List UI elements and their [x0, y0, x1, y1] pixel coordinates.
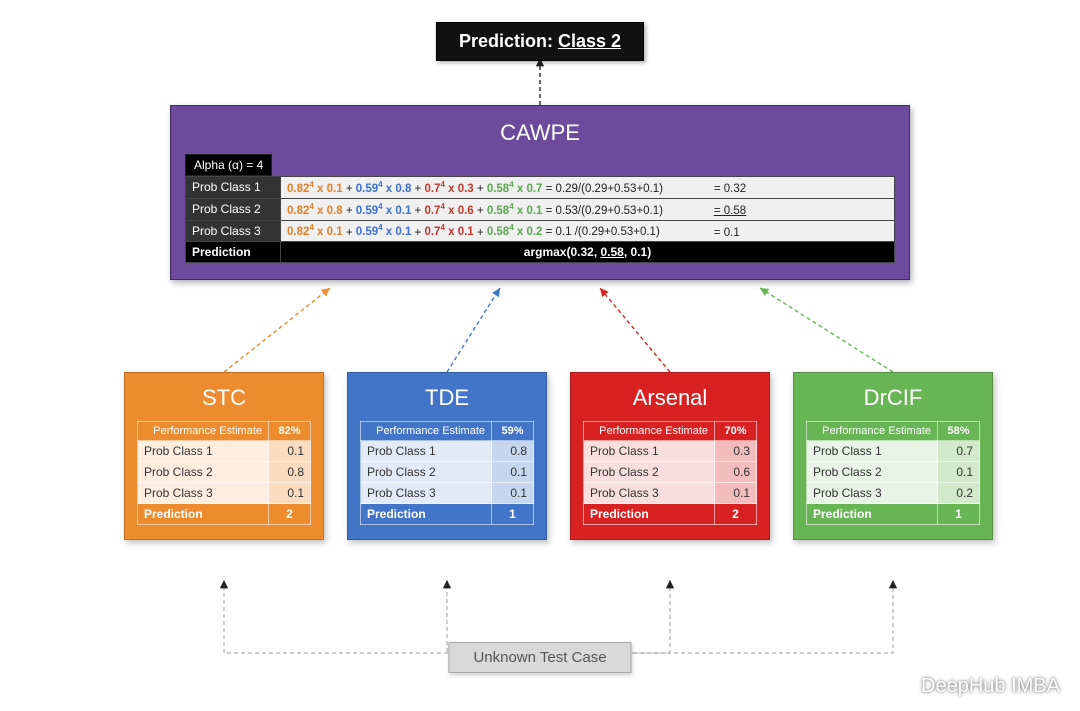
prob-label: Prob Class 2 [361, 462, 492, 483]
prob-label: Prob Class 2 [807, 462, 938, 483]
classifier-card-tde: TDE Performance Estimate59% Prob Class 1… [347, 372, 547, 540]
perf-value: 59% [492, 422, 534, 441]
classifier-card-ars: Arsenal Performance Estimate70% Prob Cla… [570, 372, 770, 540]
prob-label: Prob Class 3 [807, 483, 938, 504]
perf-value: 82% [269, 422, 311, 441]
watermark: DeepHub IMBA [887, 673, 1060, 699]
perf-value: 70% [715, 422, 757, 441]
classifier-table: Performance Estimate59% Prob Class 10.8P… [360, 421, 534, 525]
cawpe-row-label: Prob Class 1 [186, 177, 281, 199]
pred-label: Prediction [584, 504, 715, 525]
classifier-card-stc: STC Performance Estimate82% Prob Class 1… [124, 372, 324, 540]
cawpe-row-label: Prob Class 2 [186, 198, 281, 220]
prob-label: Prob Class 2 [138, 462, 269, 483]
cawpe-box: CAWPE Alpha (α) = 4 Prob Class 10.824 x … [170, 105, 910, 280]
classifier-table: Performance Estimate82% Prob Class 10.1P… [137, 421, 311, 525]
cawpe-row-label: Prob Class 3 [186, 220, 281, 242]
prob-label: Prob Class 3 [138, 483, 269, 504]
prob-value: 0.8 [492, 441, 534, 462]
pred-label: Prediction [138, 504, 269, 525]
perf-value: 58% [938, 422, 980, 441]
cawpe-rows: Prob Class 10.824 x 0.1 + 0.594 x 0.8 + … [185, 176, 895, 263]
prob-label: Prob Class 1 [361, 441, 492, 462]
perf-label: Performance Estimate [584, 422, 715, 441]
cawpe-row-calc: 0.824 x 0.1 + 0.594 x 0.8 + 0.74 x 0.3 +… [281, 177, 895, 199]
final-prediction-prefix: Prediction: [459, 31, 558, 51]
perf-label: Performance Estimate [138, 422, 269, 441]
pred-value: 2 [269, 504, 311, 525]
perf-label: Performance Estimate [361, 422, 492, 441]
prob-value: 0.6 [715, 462, 757, 483]
pred-value: 2 [715, 504, 757, 525]
prob-value: 0.7 [938, 441, 980, 462]
prob-label: Prob Class 1 [807, 441, 938, 462]
final-prediction-box: Prediction: Class 2 [436, 22, 644, 61]
classifier-title: TDE [360, 385, 534, 411]
cawpe-pred-value: argmax(0.32, 0.58, 0.1) [281, 242, 895, 263]
prob-value: 0.3 [715, 441, 757, 462]
alpha-label: Alpha (α) = 4 [185, 154, 272, 176]
prob-label: Prob Class 1 [138, 441, 269, 462]
classifier-table: Performance Estimate58% Prob Class 10.7P… [806, 421, 980, 525]
cawpe-table: Alpha (α) = 4 [185, 154, 895, 176]
final-prediction-value: Class 2 [558, 31, 621, 51]
pred-value: 1 [492, 504, 534, 525]
classifier-title: DrCIF [806, 385, 980, 411]
pred-value: 1 [938, 504, 980, 525]
cawpe-title: CAWPE [185, 120, 895, 146]
prob-value: 0.1 [269, 483, 311, 504]
prob-label: Prob Class 3 [584, 483, 715, 504]
cawpe-row-calc: 0.824 x 0.1 + 0.594 x 0.1 + 0.74 x 0.1 +… [281, 220, 895, 242]
cawpe-row-calc: 0.824 x 0.8 + 0.594 x 0.1 + 0.74 x 0.6 +… [281, 198, 895, 220]
prob-value: 0.1 [492, 483, 534, 504]
cawpe-pred-label: Prediction [186, 242, 281, 263]
classifier-title: STC [137, 385, 311, 411]
unknown-test-case-box: Unknown Test Case [448, 642, 631, 673]
prob-label: Prob Class 3 [361, 483, 492, 504]
watermark-text: DeepHub IMBA [921, 675, 1060, 698]
prob-value: 0.2 [938, 483, 980, 504]
prob-value: 0.1 [938, 462, 980, 483]
pred-label: Prediction [807, 504, 938, 525]
classifier-card-drcif: DrCIF Performance Estimate58% Prob Class… [793, 372, 993, 540]
prob-value: 0.1 [715, 483, 757, 504]
prob-label: Prob Class 2 [584, 462, 715, 483]
classifier-table: Performance Estimate70% Prob Class 10.3P… [583, 421, 757, 525]
prob-value: 0.8 [269, 462, 311, 483]
classifier-title: Arsenal [583, 385, 757, 411]
prob-value: 0.1 [269, 441, 311, 462]
pred-label: Prediction [361, 504, 492, 525]
prob-value: 0.1 [492, 462, 534, 483]
prob-label: Prob Class 1 [584, 441, 715, 462]
perf-label: Performance Estimate [807, 422, 938, 441]
wechat-icon [887, 673, 913, 699]
